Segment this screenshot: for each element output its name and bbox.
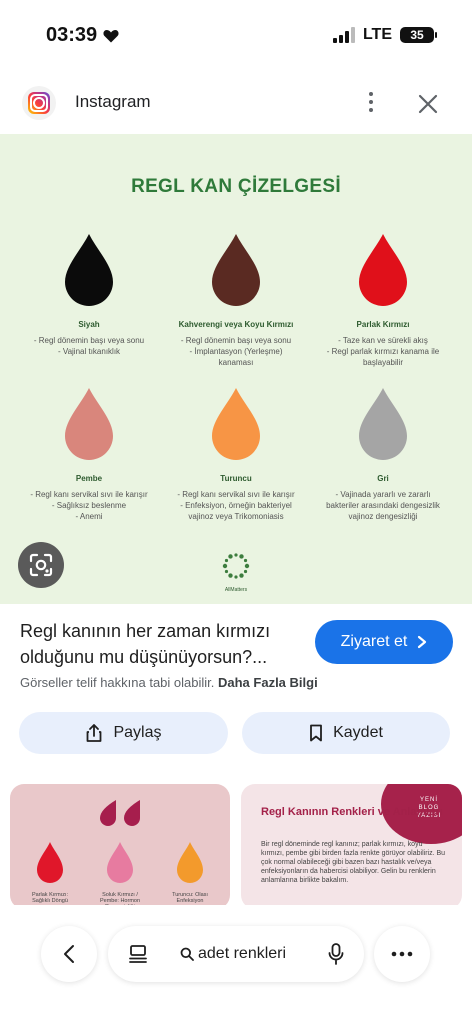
blood-drop-icon <box>212 234 260 306</box>
drop-description-line: vajinoz dengesizliği <box>348 512 418 521</box>
status-time: 03:39 <box>46 24 119 47</box>
drop-description-line: - Regl dönemin başı veya sonu <box>33 336 145 345</box>
card-heading: Regl Kanının Renkleri ve Anlamları <box>261 806 443 818</box>
drop-description: - Regl dönemin başı veya sonu - Vajinal t… <box>14 335 164 357</box>
drop-name: Parlak Kırmızı <box>356 320 410 329</box>
search-pill[interactable]: adet renkleri <box>108 926 364 982</box>
save-button[interactable]: Kaydet <box>242 712 450 754</box>
tabs-icon[interactable] <box>128 944 148 964</box>
status-indicators: LTE 35 <box>332 26 437 44</box>
drop-description-line: - Regl kanı servikal sıvı ile karışır <box>177 490 295 499</box>
signal-icon <box>332 27 355 43</box>
drop-description: - Regl kanı servikal sıvı ile karışır - E… <box>161 489 311 522</box>
related-drop-label: Parlak Kırmızı: Sağlıklı Döngü <box>31 892 69 904</box>
clock: 03:39 <box>46 24 98 46</box>
related-drop-icon <box>107 842 133 883</box>
twin-drops-icon <box>100 800 140 826</box>
status-bar: 03:39 LTE 35 <box>0 0 472 70</box>
drop-description-line: bakteriler arasındaki dengesizlik <box>326 501 440 510</box>
sunburst-icon <box>222 553 250 579</box>
related-card-left[interactable]: Parlak Kırmızı: Sağlıklı Döngü Soluk Kırm… <box>10 784 230 909</box>
visit-button[interactable]: Ziyaret et <box>315 620 453 664</box>
card-body: Bir regl döneminde regl kanınız; parlak … <box>261 841 446 884</box>
search-query[interactable]: adet renkleri <box>180 945 286 963</box>
drop-description-line: başlayabilir <box>362 358 404 367</box>
share-icon <box>87 724 102 742</box>
related-drop-icon <box>177 842 203 883</box>
related-drop-icon <box>37 842 63 883</box>
more-horizontal-icon <box>391 951 413 957</box>
battery-level: 35 <box>410 28 424 42</box>
save-label: Kaydet <box>333 724 383 741</box>
blood-drop-icon <box>65 388 113 460</box>
drop-description: - Regl dönemin başı veya sonu - İmplantas… <box>161 335 311 368</box>
blood-drop-icon <box>65 234 113 306</box>
drop-description-line: - Anemi <box>75 512 103 521</box>
related-drop-label: Turuncu: Olası Enfeksiyon <box>172 892 208 904</box>
back-button[interactable] <box>41 926 97 982</box>
image-title: REGL KAN ÇİZELGESİ <box>131 176 341 197</box>
source-name[interactable]: Instagram <box>75 92 151 112</box>
share-label: Paylaş <box>113 724 162 741</box>
brand-name: AllMatters <box>224 587 248 593</box>
related-card-right[interactable]: YENİ BLOG YAZISI Regl Kanının Renkleri v… <box>241 784 462 909</box>
drop-description-line: - Sağlıksız beslenme <box>51 501 127 510</box>
drop-description: - Taze kan ve sürekli akış - Regl parlak … <box>308 335 458 368</box>
battery-icon: 35 <box>400 27 437 43</box>
close-icon[interactable] <box>414 90 442 118</box>
visit-label: Ziyaret et <box>340 633 408 650</box>
drop-description-line: - Vajinal tıkanıklık <box>57 347 121 356</box>
drop-description: - Regl kanı servikal sıvı ile karışır - S… <box>14 489 164 522</box>
bookmark-icon <box>310 724 322 742</box>
copyright-text: Görseller telif hakkına tabi olabilir. <box>20 675 215 690</box>
drop-name: Siyah <box>78 320 100 329</box>
drop-description-line: - Vajinada yararlı ve zararlı <box>335 490 431 499</box>
drop-description: - Vajinada yararlı ve zararlı bakteriler … <box>308 489 458 522</box>
drop-name: Gri <box>377 474 389 483</box>
drop-name: Turuncu <box>220 474 252 483</box>
blood-drop-icon <box>359 234 407 306</box>
drop-description-line: - İmplantasyon (Yerleşme) <box>189 347 283 356</box>
more-options-icon[interactable] <box>360 88 382 116</box>
learn-more-link[interactable]: Daha Fazla Bilgi <box>218 675 318 690</box>
drop-description-line: - Enfeksiyon, örneğin bakteriyel <box>180 501 292 510</box>
microphone-icon[interactable] <box>328 943 344 965</box>
heart-icon <box>103 29 119 42</box>
blood-drop-icon <box>212 388 260 460</box>
source-header: Instagram <box>0 76 472 128</box>
drop-name: Pembe <box>75 474 103 483</box>
network-type: LTE <box>362 26 392 43</box>
drop-name: Kahverengi veya Koyu Kırmızı <box>178 320 294 329</box>
search-query-text: adet renkleri <box>198 945 287 962</box>
image-caption[interactable]: Regl kanının her zaman kırmızı olduğunu … <box>20 618 305 670</box>
instagram-logo-icon[interactable] <box>22 86 56 120</box>
more-menu-button[interactable] <box>374 926 430 982</box>
drop-description-line: - Regl dönemin başı veya sonu <box>180 336 292 345</box>
brand-logo: AllMatters <box>218 552 254 593</box>
lens-icon <box>29 553 53 577</box>
drop-description-line: - Regl kanı servikal sıvı ile karışır <box>30 490 148 499</box>
drop-description-line: kanaması <box>218 358 254 367</box>
blood-drop-icon <box>359 388 407 460</box>
share-button[interactable]: Paylaş <box>19 712 228 754</box>
copyright-notice: Görseller telif hakkına tabi olabilir. D… <box>20 675 318 690</box>
image-preview[interactable]: REGL KAN ÇİZELGESİ Siyah - Regl dönemin b… <box>0 134 472 604</box>
drop-description-line: - Regl parlak kırmızı kanama ile <box>326 347 440 356</box>
drop-description-line: - Taze kan ve sürekli akış <box>338 336 428 345</box>
chevron-right-icon <box>418 635 427 649</box>
chevron-left-icon <box>64 945 74 963</box>
drop-description-line: vajinoz veya Trikomoniasis <box>188 512 284 521</box>
lens-button[interactable] <box>18 542 64 588</box>
search-icon <box>180 947 194 961</box>
